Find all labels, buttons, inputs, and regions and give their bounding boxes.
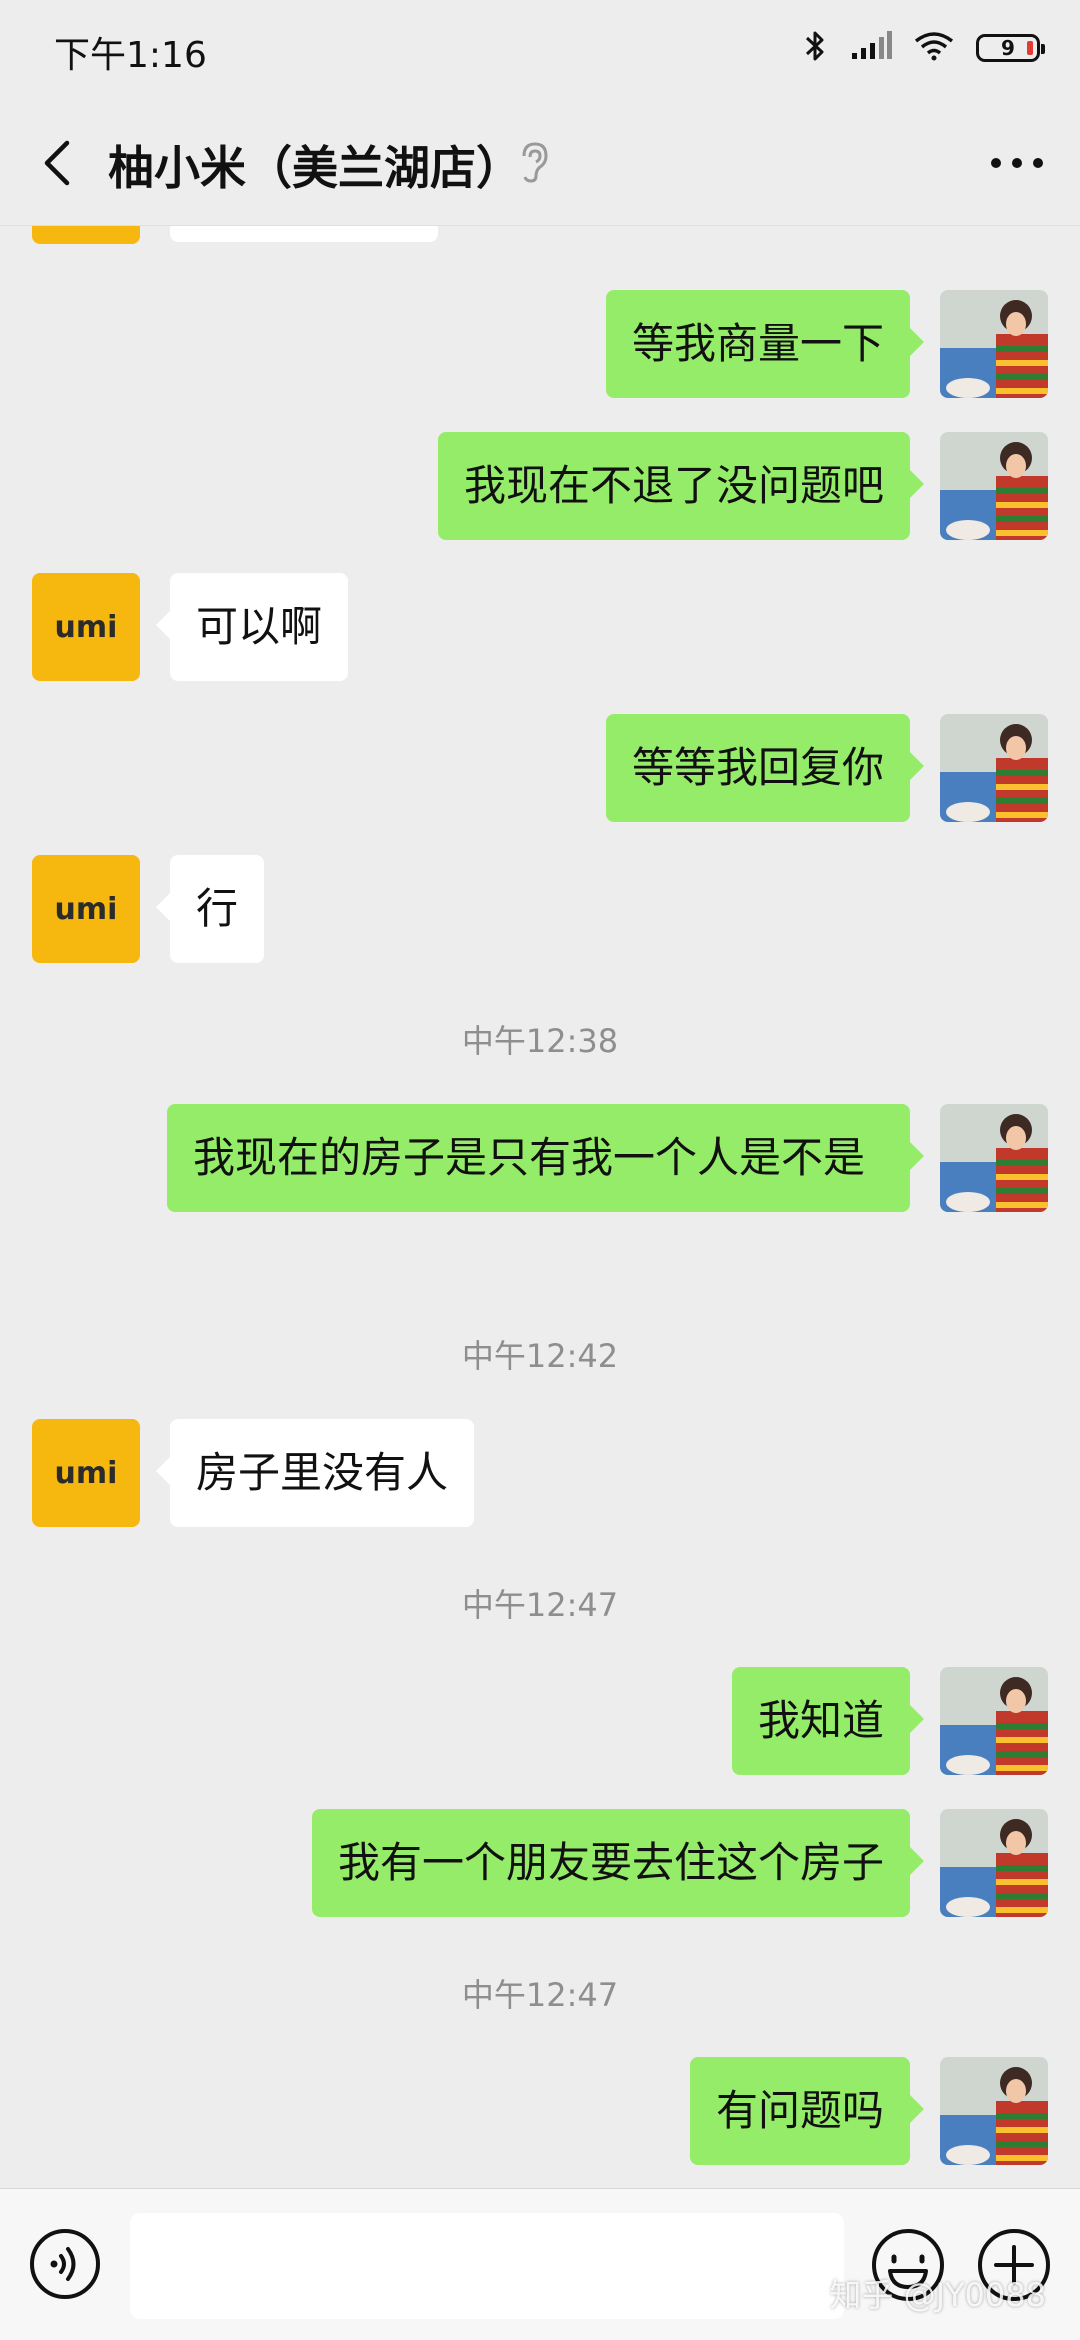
more-button[interactable] bbox=[982, 128, 1052, 198]
bluetooth-icon bbox=[802, 28, 828, 68]
message-bubble[interactable]: 我知道 bbox=[731, 1667, 925, 1775]
message-bubble[interactable]: 行 bbox=[155, 855, 265, 963]
message-bubble[interactable]: 房子里没有人 bbox=[155, 1419, 475, 1527]
message-text: 等等我回复你 bbox=[631, 743, 884, 792]
message-bubble[interactable]: 有问题吗 bbox=[689, 2057, 925, 2165]
chat-title: 柚小米（美兰湖店） bbox=[108, 141, 522, 195]
message-text: 我知道 bbox=[757, 1696, 884, 1745]
timestamp: 中午12:38 bbox=[461, 1022, 619, 1060]
timestamp: 中午12:47 bbox=[461, 1976, 619, 2014]
input-bar bbox=[0, 2188, 1080, 2340]
chat-area[interactable]: umi 等我商量一下 bbox=[0, 226, 1080, 2188]
message-incoming: umi 可以啊 bbox=[32, 573, 349, 681]
message-bubble[interactable] bbox=[170, 226, 438, 242]
wifi-icon bbox=[914, 31, 954, 65]
message-bubble[interactable]: 我现在的房子是只有我一个人是不是 bbox=[167, 1104, 924, 1212]
voice-button[interactable] bbox=[28, 2227, 102, 2301]
message-outgoing: 等等我回复你 bbox=[605, 714, 1048, 822]
status-time: 下午1:16 bbox=[54, 35, 207, 76]
message-outgoing: 等我商量一下 bbox=[605, 290, 1048, 398]
more-icon bbox=[991, 158, 1043, 168]
voice-icon bbox=[30, 2229, 100, 2299]
message-bubble[interactable]: 等我商量一下 bbox=[605, 290, 925, 398]
user-avatar[interactable] bbox=[940, 290, 1048, 398]
timestamp: 中午12:47 bbox=[461, 1586, 619, 1624]
message-text: 我现在的房子是只有我一个人是不是 bbox=[193, 1133, 866, 1182]
message-incoming: umi 房子里没有人 bbox=[32, 1419, 475, 1527]
message-outgoing: 有问题吗 bbox=[689, 2057, 1048, 2165]
user-avatar[interactable] bbox=[940, 432, 1048, 540]
user-avatar[interactable] bbox=[940, 2057, 1048, 2165]
contact-avatar[interactable]: umi bbox=[32, 1419, 140, 1527]
status-icons: 9 bbox=[802, 28, 1045, 68]
timestamp: 中午12:42 bbox=[461, 1337, 619, 1375]
battery-level-text: 9 bbox=[1001, 36, 1015, 60]
message-text: 我有一个朋友要去住这个房子 bbox=[337, 1838, 884, 1887]
message-bubble[interactable]: 可以啊 bbox=[155, 573, 349, 681]
user-avatar[interactable] bbox=[940, 714, 1048, 822]
contact-avatar[interactable]: umi bbox=[32, 573, 140, 681]
chevron-left-icon bbox=[44, 140, 70, 186]
status-bar: 下午1:16 9 bbox=[0, 0, 1080, 100]
message-incoming: umi 行 bbox=[32, 855, 265, 963]
watermark: 知乎 @JY0088 bbox=[829, 2276, 1046, 2314]
contact-avatar[interactable]: umi bbox=[32, 855, 140, 963]
message-bubble[interactable]: 我有一个朋友要去住这个房子 bbox=[311, 1809, 925, 1917]
message-outgoing: 我现在不退了没问题吧 bbox=[437, 432, 1048, 540]
message-bubble[interactable]: 等等我回复你 bbox=[605, 714, 925, 822]
message-text: 等我商量一下 bbox=[631, 319, 884, 368]
message-text: 我现在不退了没问题吧 bbox=[463, 461, 884, 510]
chat-header: 柚小米（美兰湖店） bbox=[0, 100, 1080, 226]
message-outgoing: 我现在的房子是只有我一个人是不是 bbox=[167, 1104, 1048, 1212]
message-text: 可以啊 bbox=[196, 602, 323, 651]
ear-icon bbox=[512, 140, 556, 184]
message-bubble[interactable]: 我现在不退了没问题吧 bbox=[437, 432, 925, 540]
signal-icon bbox=[850, 31, 892, 65]
user-avatar[interactable] bbox=[940, 1809, 1048, 1917]
user-avatar[interactable] bbox=[940, 1104, 1048, 1212]
message-outgoing: 我有一个朋友要去住这个房子 bbox=[311, 1809, 1048, 1917]
message-text: 有问题吗 bbox=[715, 2086, 884, 2135]
message-incoming: umi bbox=[32, 226, 438, 244]
message-outgoing: 我知道 bbox=[731, 1667, 1048, 1775]
user-avatar[interactable] bbox=[940, 1667, 1048, 1775]
message-input[interactable] bbox=[130, 2213, 844, 2319]
message-text: 房子里没有人 bbox=[196, 1448, 449, 1497]
contact-avatar[interactable]: umi bbox=[32, 226, 140, 244]
battery-icon: 9 bbox=[976, 34, 1045, 62]
back-button[interactable] bbox=[22, 128, 92, 198]
message-text: 行 bbox=[196, 884, 239, 933]
